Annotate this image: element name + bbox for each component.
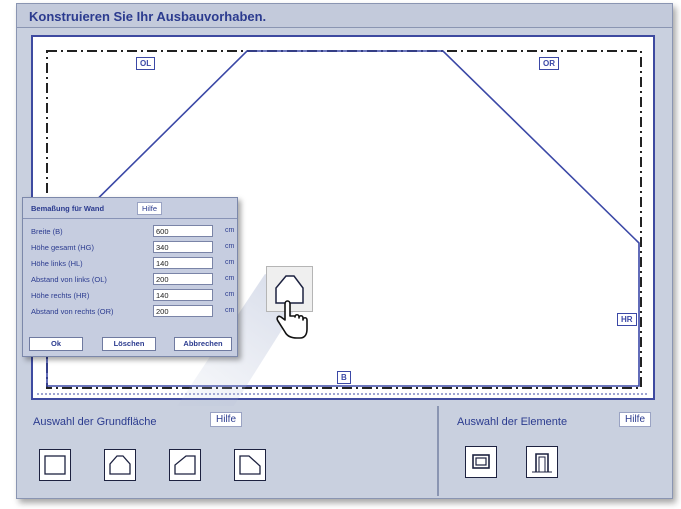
unit-label: cm: [225, 259, 235, 266]
window-element-icon: [472, 454, 490, 469]
left-height-input[interactable]: 140: [153, 257, 213, 269]
right-height-input[interactable]: 140: [153, 289, 213, 301]
field-label: Abstand von rechts (OR): [31, 307, 114, 316]
field-row-width: Breite (B) 600 cm: [31, 225, 234, 238]
element-help-button[interactable]: Hilfe: [619, 412, 652, 427]
unit-label: cm: [225, 275, 235, 282]
label-b: B: [337, 371, 351, 384]
label-or: OR: [539, 57, 559, 70]
element-window[interactable]: [465, 446, 497, 478]
app-window: Konstruieren Sie Ihr Ausbauvorhaben. OL …: [16, 3, 673, 499]
slanted-left-shape-icon: [174, 455, 196, 475]
element-selection-panel: Auswahl der Elemente Hilfe: [437, 406, 666, 496]
field-row-left-height: Höhe links (HL) 140 cm: [31, 257, 234, 270]
rectangle-shape-icon: [44, 455, 66, 475]
window-title: Konstruieren Sie Ihr Ausbauvorhaben.: [29, 9, 267, 24]
floor-selection-title: Auswahl der Grundfläche: [33, 416, 157, 428]
dialog-title: Bemaßung für Wand: [31, 204, 105, 213]
field-row-right-height: Höhe rechts (HR) 140 cm: [31, 289, 234, 302]
unit-label: cm: [225, 307, 235, 314]
element-door[interactable]: [526, 446, 558, 478]
field-label: Höhe rechts (HR): [31, 291, 90, 300]
left-distance-input[interactable]: 200: [153, 273, 213, 285]
right-distance-input[interactable]: 200: [153, 305, 213, 317]
label-hr: HR: [617, 313, 637, 326]
pentagon-roof-shape-icon: [109, 455, 131, 475]
width-input[interactable]: 600: [153, 225, 213, 237]
field-label: Abstand von links (OL): [31, 275, 107, 284]
field-label: Breite (B): [31, 227, 63, 236]
door-element-icon: [532, 453, 552, 473]
dialog-divider: [23, 218, 237, 219]
delete-button[interactable]: Löschen: [102, 337, 156, 351]
field-label: Höhe links (HL): [31, 259, 83, 268]
total-height-input[interactable]: 340: [153, 241, 213, 253]
floor-help-button[interactable]: Hilfe: [210, 412, 243, 427]
wall-dimension-dialog: Bemaßung für Wand Hilfe Breite (B) 600 c…: [22, 197, 238, 357]
field-label: Höhe gesamt (HG): [31, 243, 94, 252]
unit-label: cm: [225, 291, 235, 298]
floor-selection-panel: Auswahl der Grundfläche Hilfe: [25, 406, 430, 496]
unit-label: cm: [225, 243, 235, 250]
label-ol: OL: [136, 57, 156, 70]
hand-pointer-icon: [276, 300, 308, 339]
element-selection-title: Auswahl der Elemente: [457, 416, 568, 428]
field-row-total-height: Höhe gesamt (HG) 340 cm: [31, 241, 234, 254]
title-bar: Konstruieren Sie Ihr Ausbauvorhaben.: [17, 4, 672, 28]
floor-shape-pentagon[interactable]: [104, 449, 136, 481]
field-row-right-distance: Abstand von rechts (OR) 200 cm: [31, 305, 234, 318]
floor-shape-slanted-left[interactable]: [169, 449, 201, 481]
ok-button[interactable]: Ok: [29, 337, 83, 351]
cancel-button[interactable]: Abbrechen: [174, 337, 232, 351]
floor-shape-rectangle[interactable]: [39, 449, 71, 481]
slanted-right-shape-icon: [239, 455, 261, 475]
dialog-help-button[interactable]: Hilfe: [137, 202, 163, 215]
unit-label: cm: [225, 227, 235, 234]
floor-shape-slanted-right[interactable]: [234, 449, 266, 481]
field-row-left-distance: Abstand von links (OL) 200 cm: [31, 273, 234, 286]
